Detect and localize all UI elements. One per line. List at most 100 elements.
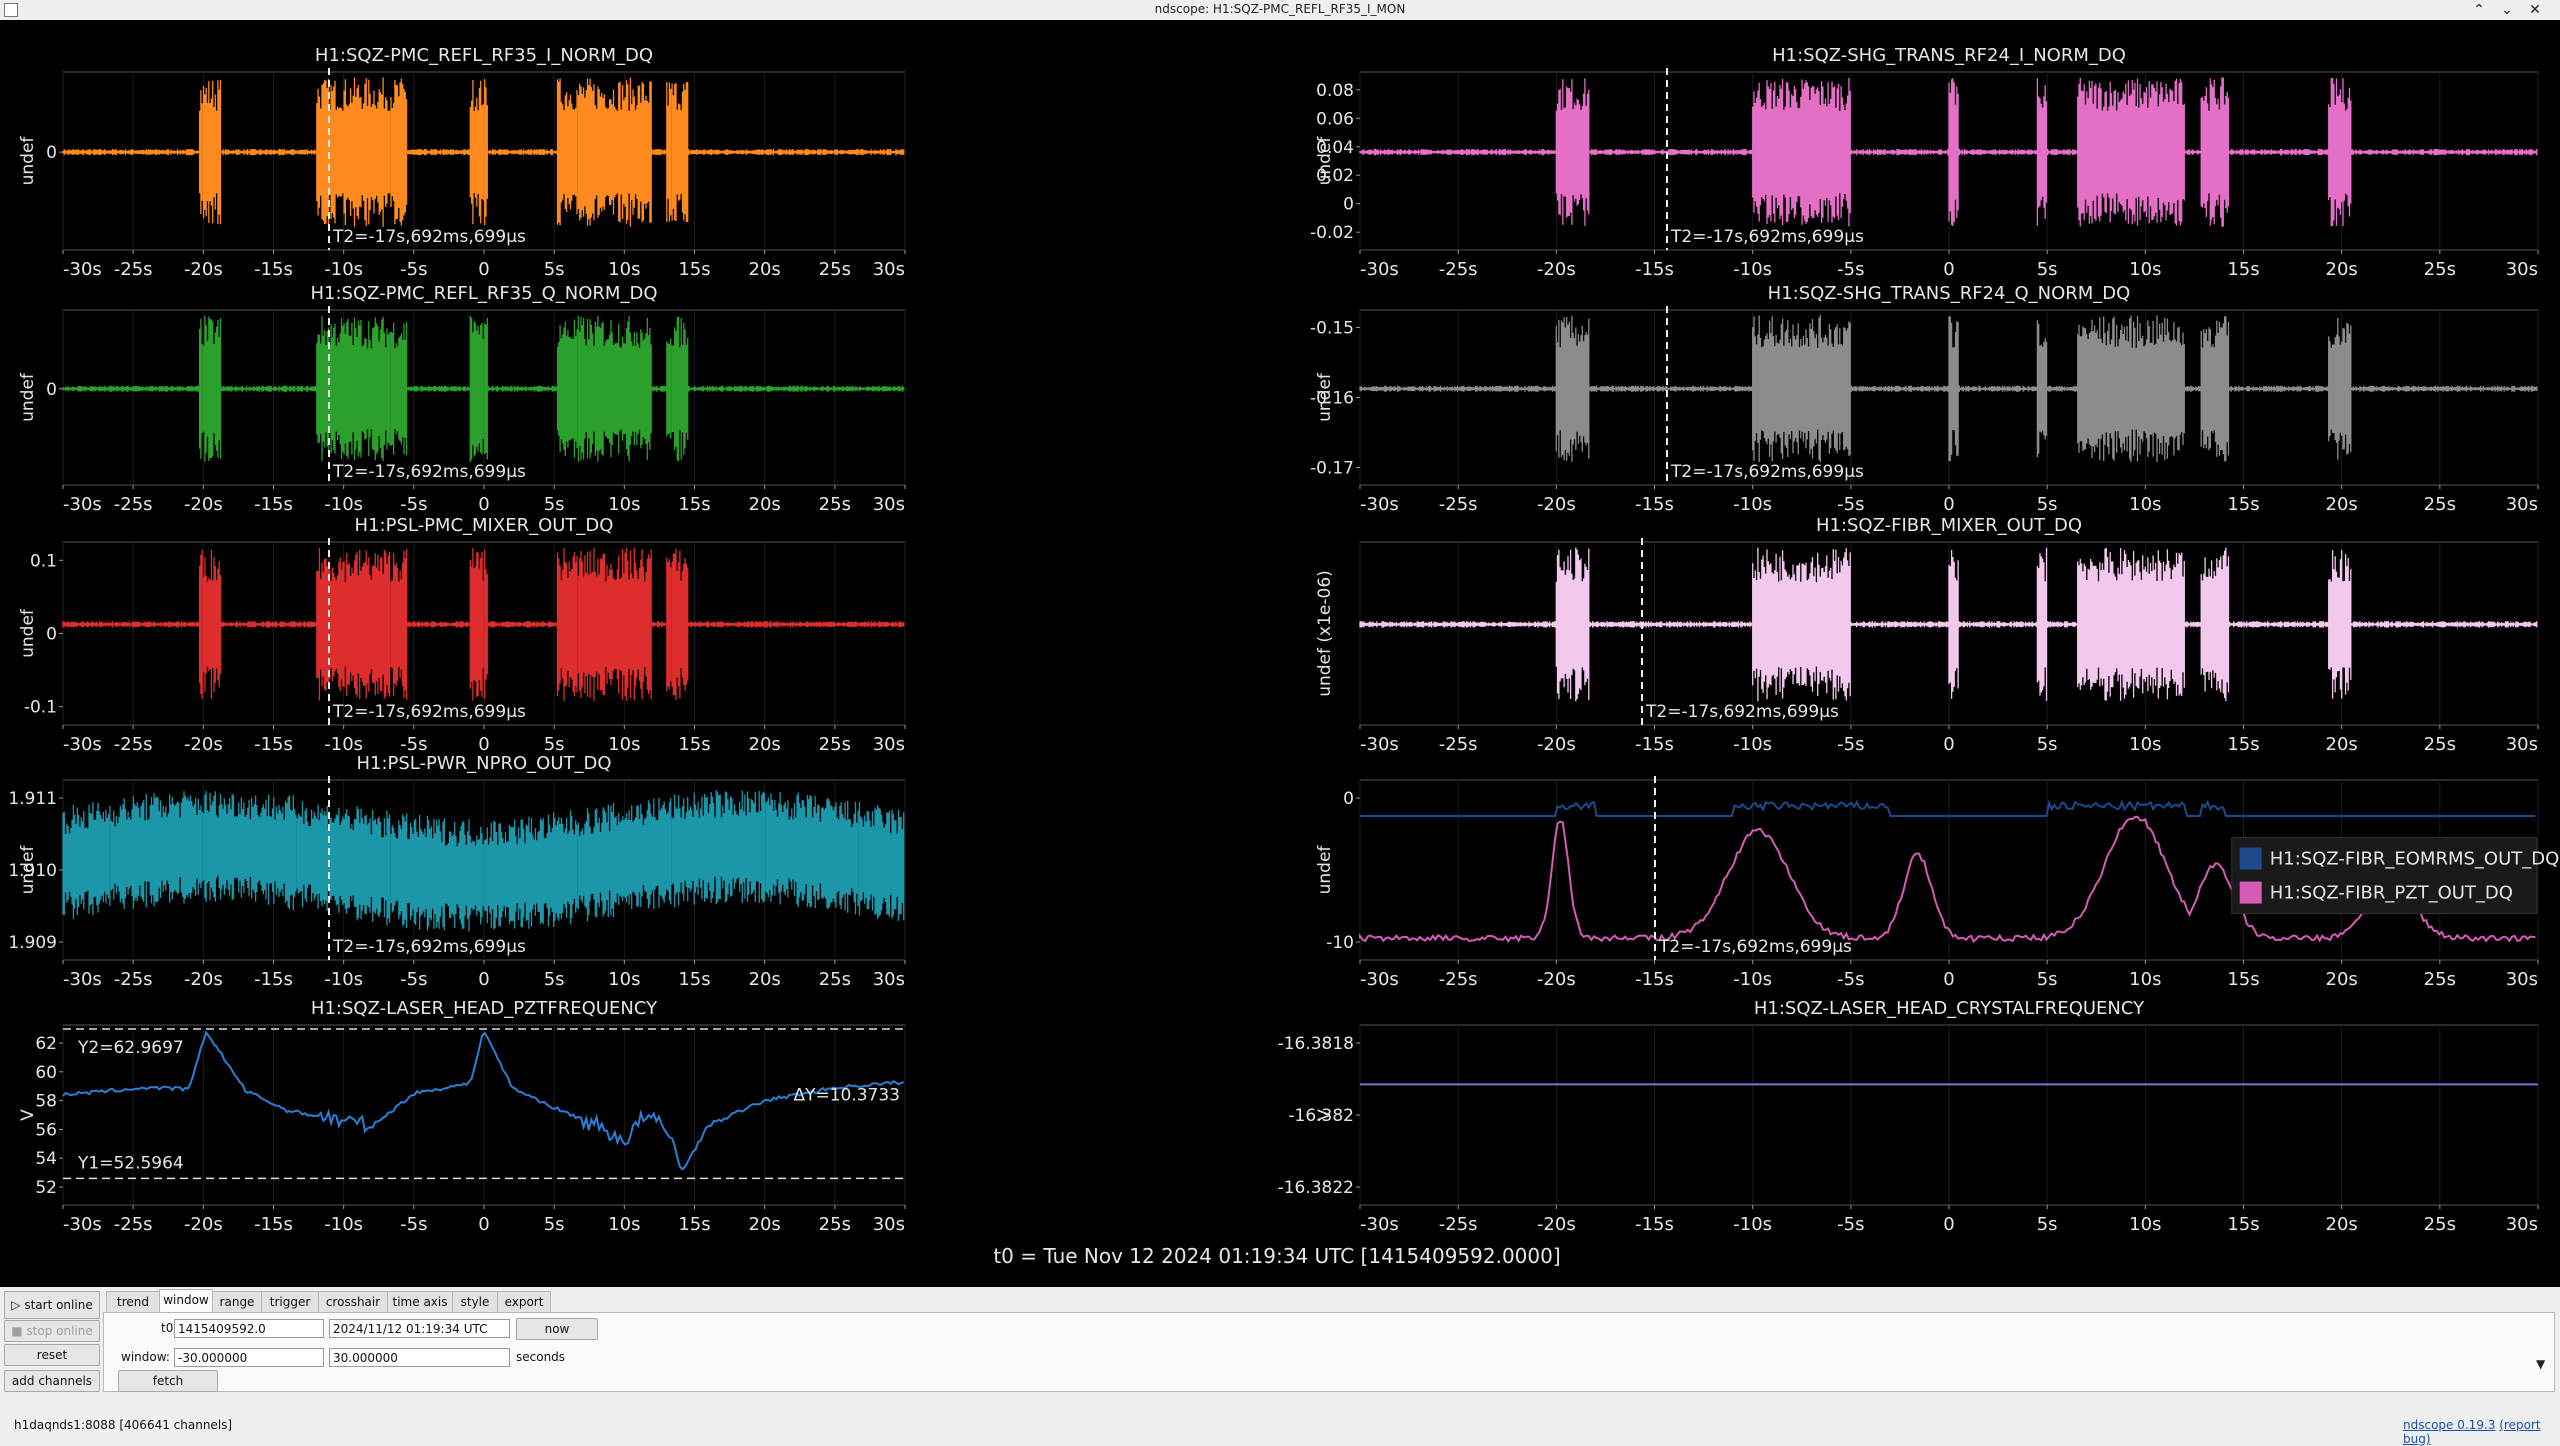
x-tick-label: 20s [749, 1214, 781, 1235]
tab-time-axis[interactable]: time axis [387, 1291, 453, 1312]
x-tick-label: 15s [2227, 494, 2259, 515]
x-tick-label: 20s [2326, 494, 2358, 515]
t2-cursor-label: T2=-17s,692ms,699µs [332, 462, 526, 482]
minimize-icon[interactable]: ⌃ [2470, 1, 2488, 19]
window-label: window: [121, 1350, 170, 1364]
y1-cursor-label: Y1=52.5964 [77, 1153, 184, 1173]
x-tick-label: -25s [114, 494, 153, 515]
x-tick-label: 5s [2037, 259, 2058, 280]
t0-gps-field[interactable]: 1415409592.0 [174, 1319, 324, 1338]
x-tick-label: 15s [678, 494, 710, 515]
tab-crosshair[interactable]: crosshair [318, 1291, 388, 1312]
stop-online-label: stop online [26, 1324, 93, 1338]
tab-style[interactable]: style [452, 1291, 498, 1312]
x-tick-label: -30s [63, 969, 102, 990]
y-tick-label: 1.911 [8, 789, 57, 809]
y-tick-label: 52 [35, 1178, 57, 1198]
plot-3[interactable]: H1:SQZ-PMC_REFL_RF35_Q_NORM_DQundef 0 -30s… [18, 283, 906, 515]
stop-online-button[interactable]: ■ stop online [4, 1320, 100, 1342]
x-tick-label: 10s [608, 734, 640, 755]
x-tick-label: -30s [63, 494, 102, 515]
plot-area: H1:SQZ-PMC_REFL_RF35_I_NORM_DQ undef 0 -30s… [0, 20, 2560, 1287]
plot-4[interactable]: H1:SQZ-SHG_TRANS_RF24_Q_NORM_DQundef-0.1… [1310, 283, 2539, 515]
t0-utc-field[interactable]: 2024/11/12 01:19:34 UTC [329, 1319, 510, 1338]
x-tick-label: -10s [324, 734, 363, 755]
x-tick-label: 20s [749, 259, 781, 280]
y-tick-label: 0 [46, 380, 57, 400]
t2-cursor-label: T2=-17s,692ms,699µs [332, 702, 526, 722]
t2-cursor-label: T2=-17s,692ms,699µs [1658, 937, 1852, 957]
tab-range[interactable]: range [212, 1291, 262, 1312]
y-tick-label: 0 [1343, 789, 1354, 809]
x-tick-label: 20s [2326, 734, 2358, 755]
plot-2[interactable]: H1:SQZ-SHG_TRANS_RF24_I_NORM_DQundef0.08… [1310, 45, 2539, 280]
reset-button[interactable]: reset [4, 1344, 100, 1366]
x-tick-label: -25s [114, 969, 153, 990]
tab-export[interactable]: export [497, 1291, 551, 1312]
x-tick-label: 30s [2506, 969, 2538, 990]
x-tick-label: 25s [819, 259, 851, 280]
collapse-arrow-icon[interactable]: ▼ [2536, 1357, 2545, 1371]
x-tick-label: 25s [2424, 1214, 2456, 1235]
x-tick-label: 20s [2326, 969, 2358, 990]
x-tick-label: -20s [1537, 1214, 1576, 1235]
x-tick-label: -20s [1537, 734, 1576, 755]
close-icon[interactable]: ✕ [2526, 1, 2544, 19]
x-tick-label: -10s [324, 969, 363, 990]
x-tick-label: 20s [749, 969, 781, 990]
x-tick-label: -20s [184, 734, 223, 755]
plot-8[interactable]: undef 0 -10 -30s -25s -20s -15s -10s -5s 0 5s 10s 15… [1315, 776, 2559, 990]
maximize-icon[interactable]: ⌄ [2498, 1, 2516, 19]
x-tick-label: 10s [2129, 1214, 2161, 1235]
version-link[interactable]: ndscope 0.19.3 [2403, 1418, 2495, 1432]
window-titlebar: ndscope: H1:SQZ-PMC_REFL_RF35_I_MON ⌃ ⌄ … [0, 0, 2560, 21]
x-tick-label: 0 [478, 969, 489, 990]
start-online-label: start online [24, 1298, 93, 1312]
window-end-field[interactable]: 30.000000 [329, 1348, 510, 1367]
window-tab-panel: t0: 1415409592.0 2024/11/12 01:19:34 UTC… [103, 1312, 2555, 1392]
x-tick-label: 30s [873, 259, 905, 280]
plot-title: H1:SQZ-FIBR_MIXER_OUT_DQ [1816, 515, 2082, 536]
plot-7[interactable]: H1:PSL-PWR_NPRO_OUT_DQundef1.9111.9101.9… [8, 753, 906, 990]
y-tick-label: 56 [35, 1120, 57, 1140]
y-tick-label: 0 [46, 625, 57, 645]
plot-9[interactable]: H1:SQZ-LASER_HEAD_PZTFREQUENCYV626058565… [18, 998, 906, 1235]
x-tick-label: -5s [400, 259, 427, 280]
plot-6[interactable]: H1:SQZ-FIBR_MIXER_OUT_DQundef (x1e-06) -3… [1315, 515, 2539, 755]
plot-1[interactable]: H1:SQZ-PMC_REFL_RF35_I_NORM_DQundef 0 -30s… [18, 45, 906, 280]
start-online-button[interactable]: ▷ start online [4, 1291, 100, 1319]
x-tick-label: 20s [749, 734, 781, 755]
plot-5[interactable]: H1:PSL-PMC_MIXER_OUT_DQundef 0.1 0 -0.1 -30s… [18, 515, 906, 755]
add-channels-button[interactable]: add channels [4, 1370, 100, 1392]
x-tick-label: 30s [2506, 259, 2538, 280]
plot-title: H1:SQZ-LASER_HEAD_CRYSTALFREQUENCY [1754, 998, 2145, 1019]
tab-trend[interactable]: trend [106, 1291, 160, 1312]
x-tick-label: 15s [2227, 1214, 2259, 1235]
x-tick-label: 25s [819, 734, 851, 755]
plot-10[interactable]: H1:SQZ-LASER_HEAD_CRYSTALFREQUENCYV-16.3… [1278, 998, 2539, 1235]
x-tick-label: 30s [2506, 734, 2538, 755]
delta-y-label: ΔY=10.3733 [793, 1086, 900, 1106]
x-tick-label: -15s [254, 734, 293, 755]
x-tick-label: -25s [1439, 1214, 1478, 1235]
x-tick-label: -15s [254, 969, 293, 990]
tab-window[interactable]: window [159, 1289, 213, 1312]
plots-canvas[interactable]: H1:SQZ-PMC_REFL_RF35_I_NORM_DQundef 0 -30s… [0, 20, 2560, 1287]
x-tick-label: -10s [1733, 734, 1772, 755]
y-tick-label: 0.02 [1316, 166, 1354, 186]
y-axis-label: undef (x1e-06) [1315, 570, 1335, 697]
y-tick-label: 0.04 [1316, 138, 1354, 158]
y-tick-label: 0.08 [1316, 81, 1354, 101]
x-tick-label: 0 [478, 259, 489, 280]
fetch-button[interactable]: fetch [118, 1370, 218, 1392]
window-start-field[interactable]: -30.000000 [174, 1348, 324, 1367]
x-tick-label: -30s [1360, 969, 1399, 990]
version-info: ndscope 0.19.3 (report bug) [2403, 1418, 2560, 1446]
x-tick-label: 15s [678, 969, 710, 990]
y-tick-label: 54 [35, 1149, 57, 1169]
x-tick-label: -10s [324, 494, 363, 515]
x-tick-label: -15s [254, 494, 293, 515]
now-button[interactable]: now [516, 1318, 598, 1340]
x-tick-label: 15s [2227, 734, 2259, 755]
tab-trigger[interactable]: trigger [261, 1291, 319, 1312]
